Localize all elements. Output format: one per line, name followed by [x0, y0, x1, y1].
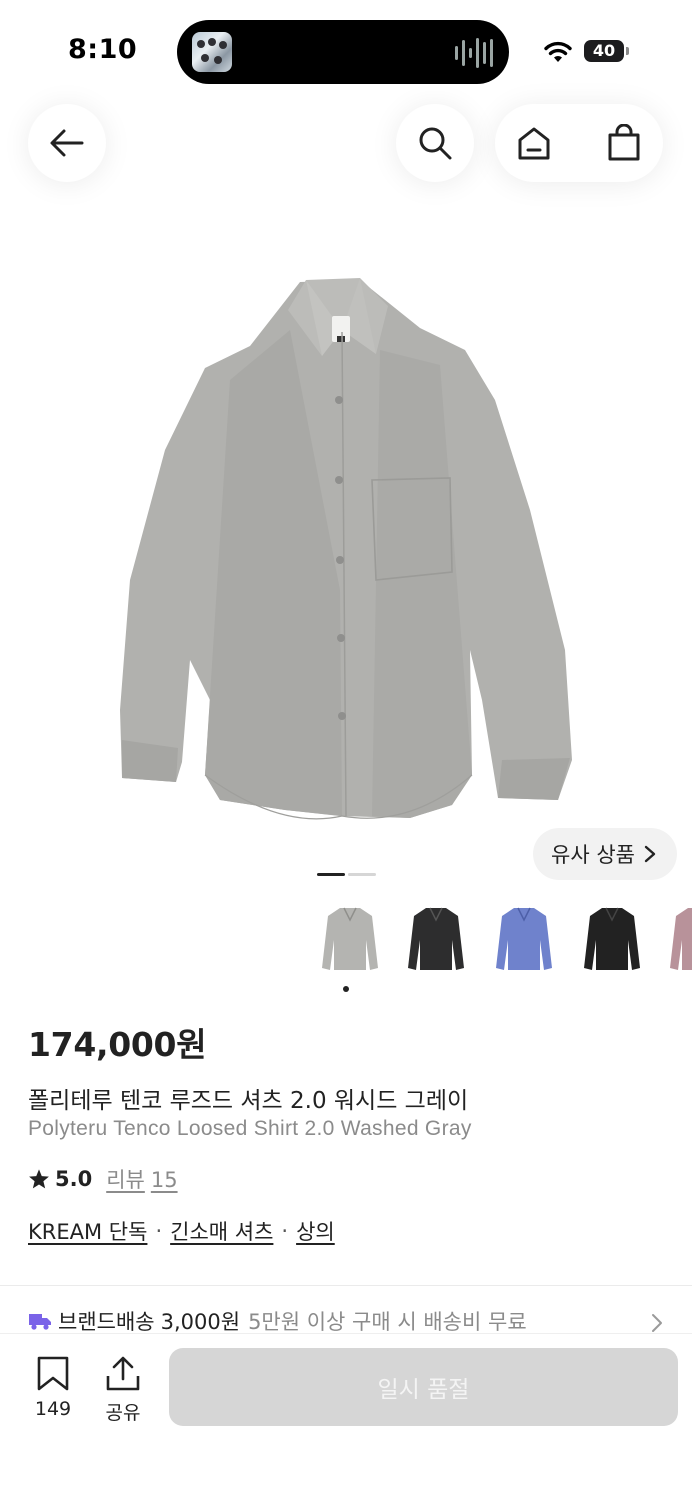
- truck-icon: [29, 1314, 51, 1330]
- thumb-black-shirt[interactable]: [578, 900, 646, 980]
- chevron-right-icon: [652, 1314, 662, 1332]
- thumb-blue-shirt[interactable]: [490, 900, 558, 980]
- review-link[interactable]: 리뷰 15: [106, 1164, 177, 1194]
- bookmark-icon: [37, 1356, 69, 1391]
- thumb-gray-shirt[interactable]: [316, 900, 384, 980]
- tag-separator: ·: [155, 1219, 163, 1243]
- rating-value: 5.0: [55, 1167, 93, 1191]
- shopping-bag-button[interactable]: [585, 104, 663, 182]
- selected-thumbnail-dot: [343, 986, 349, 992]
- share-icon: [106, 1356, 140, 1391]
- product-price: 174,000원: [28, 1025, 207, 1064]
- share-label: 공유: [105, 1402, 141, 1424]
- share-button[interactable]: 공유: [93, 1356, 153, 1425]
- tag-separator: ·: [281, 1219, 289, 1243]
- shipping-label: 브랜드배송: [58, 1310, 155, 1334]
- search-button[interactable]: [396, 104, 474, 182]
- home-button[interactable]: [495, 104, 573, 182]
- section-divider: [0, 1285, 692, 1286]
- chevron-right-icon: [644, 845, 656, 863]
- shopping-bag-icon: [608, 124, 640, 161]
- status-time: 8:10: [68, 34, 138, 65]
- tag-kream-exclusive[interactable]: KREAM 단독: [28, 1216, 147, 1246]
- rating-row: 5.0 리뷰 15: [28, 1164, 178, 1194]
- product-name-korean: 폴리테루 텐코 루즈드 셔츠 2.0 워시드 그레이: [28, 1088, 469, 1114]
- image-indicator-active: [317, 873, 345, 876]
- category-tags: KREAM 단독 · 긴소매 셔츠 · 상의: [28, 1216, 335, 1246]
- product-image[interactable]: [110, 270, 582, 830]
- shipping-fee: 3,000원: [160, 1310, 241, 1334]
- shipping-note: 5만원 이상 구매 시 배송비 무료: [248, 1310, 527, 1334]
- arrow-left-icon: [50, 129, 84, 157]
- search-icon: [419, 127, 452, 160]
- home-icon: [518, 127, 550, 160]
- tag-tops[interactable]: 상의: [296, 1216, 335, 1246]
- nav-pill: [495, 104, 663, 182]
- thumb-charcoal-shirt[interactable]: [402, 900, 470, 980]
- bookmark-count: 149: [34, 1398, 72, 1420]
- temporarily-sold-out-button[interactable]: 일시 품절: [169, 1348, 678, 1426]
- product-name-english: Polyteru Tenco Loosed Shirt 2.0 Washed G…: [28, 1117, 472, 1140]
- bookmark-button[interactable]: 149: [23, 1356, 83, 1420]
- color-variant-thumbnails: [312, 900, 692, 980]
- thumb-mauve-shirt[interactable]: [664, 900, 692, 980]
- back-button[interactable]: [28, 104, 106, 182]
- image-indicator-inactive: [348, 873, 376, 876]
- review-label: 리뷰: [106, 1168, 145, 1192]
- tag-long-sleeve-shirt[interactable]: 긴소매 셔츠: [170, 1216, 273, 1246]
- wifi-icon: [544, 41, 572, 62]
- review-count: 15: [150, 1168, 178, 1192]
- star-icon: [29, 1169, 49, 1189]
- similar-products-button[interactable]: 유사 상품: [533, 828, 677, 880]
- audio-waveform-icon: [455, 38, 493, 68]
- battery-indicator: 40: [584, 40, 629, 62]
- dynamic-island[interactable]: [177, 20, 509, 84]
- album-art-icon: [192, 32, 232, 72]
- similar-products-label: 유사 상품: [551, 843, 635, 867]
